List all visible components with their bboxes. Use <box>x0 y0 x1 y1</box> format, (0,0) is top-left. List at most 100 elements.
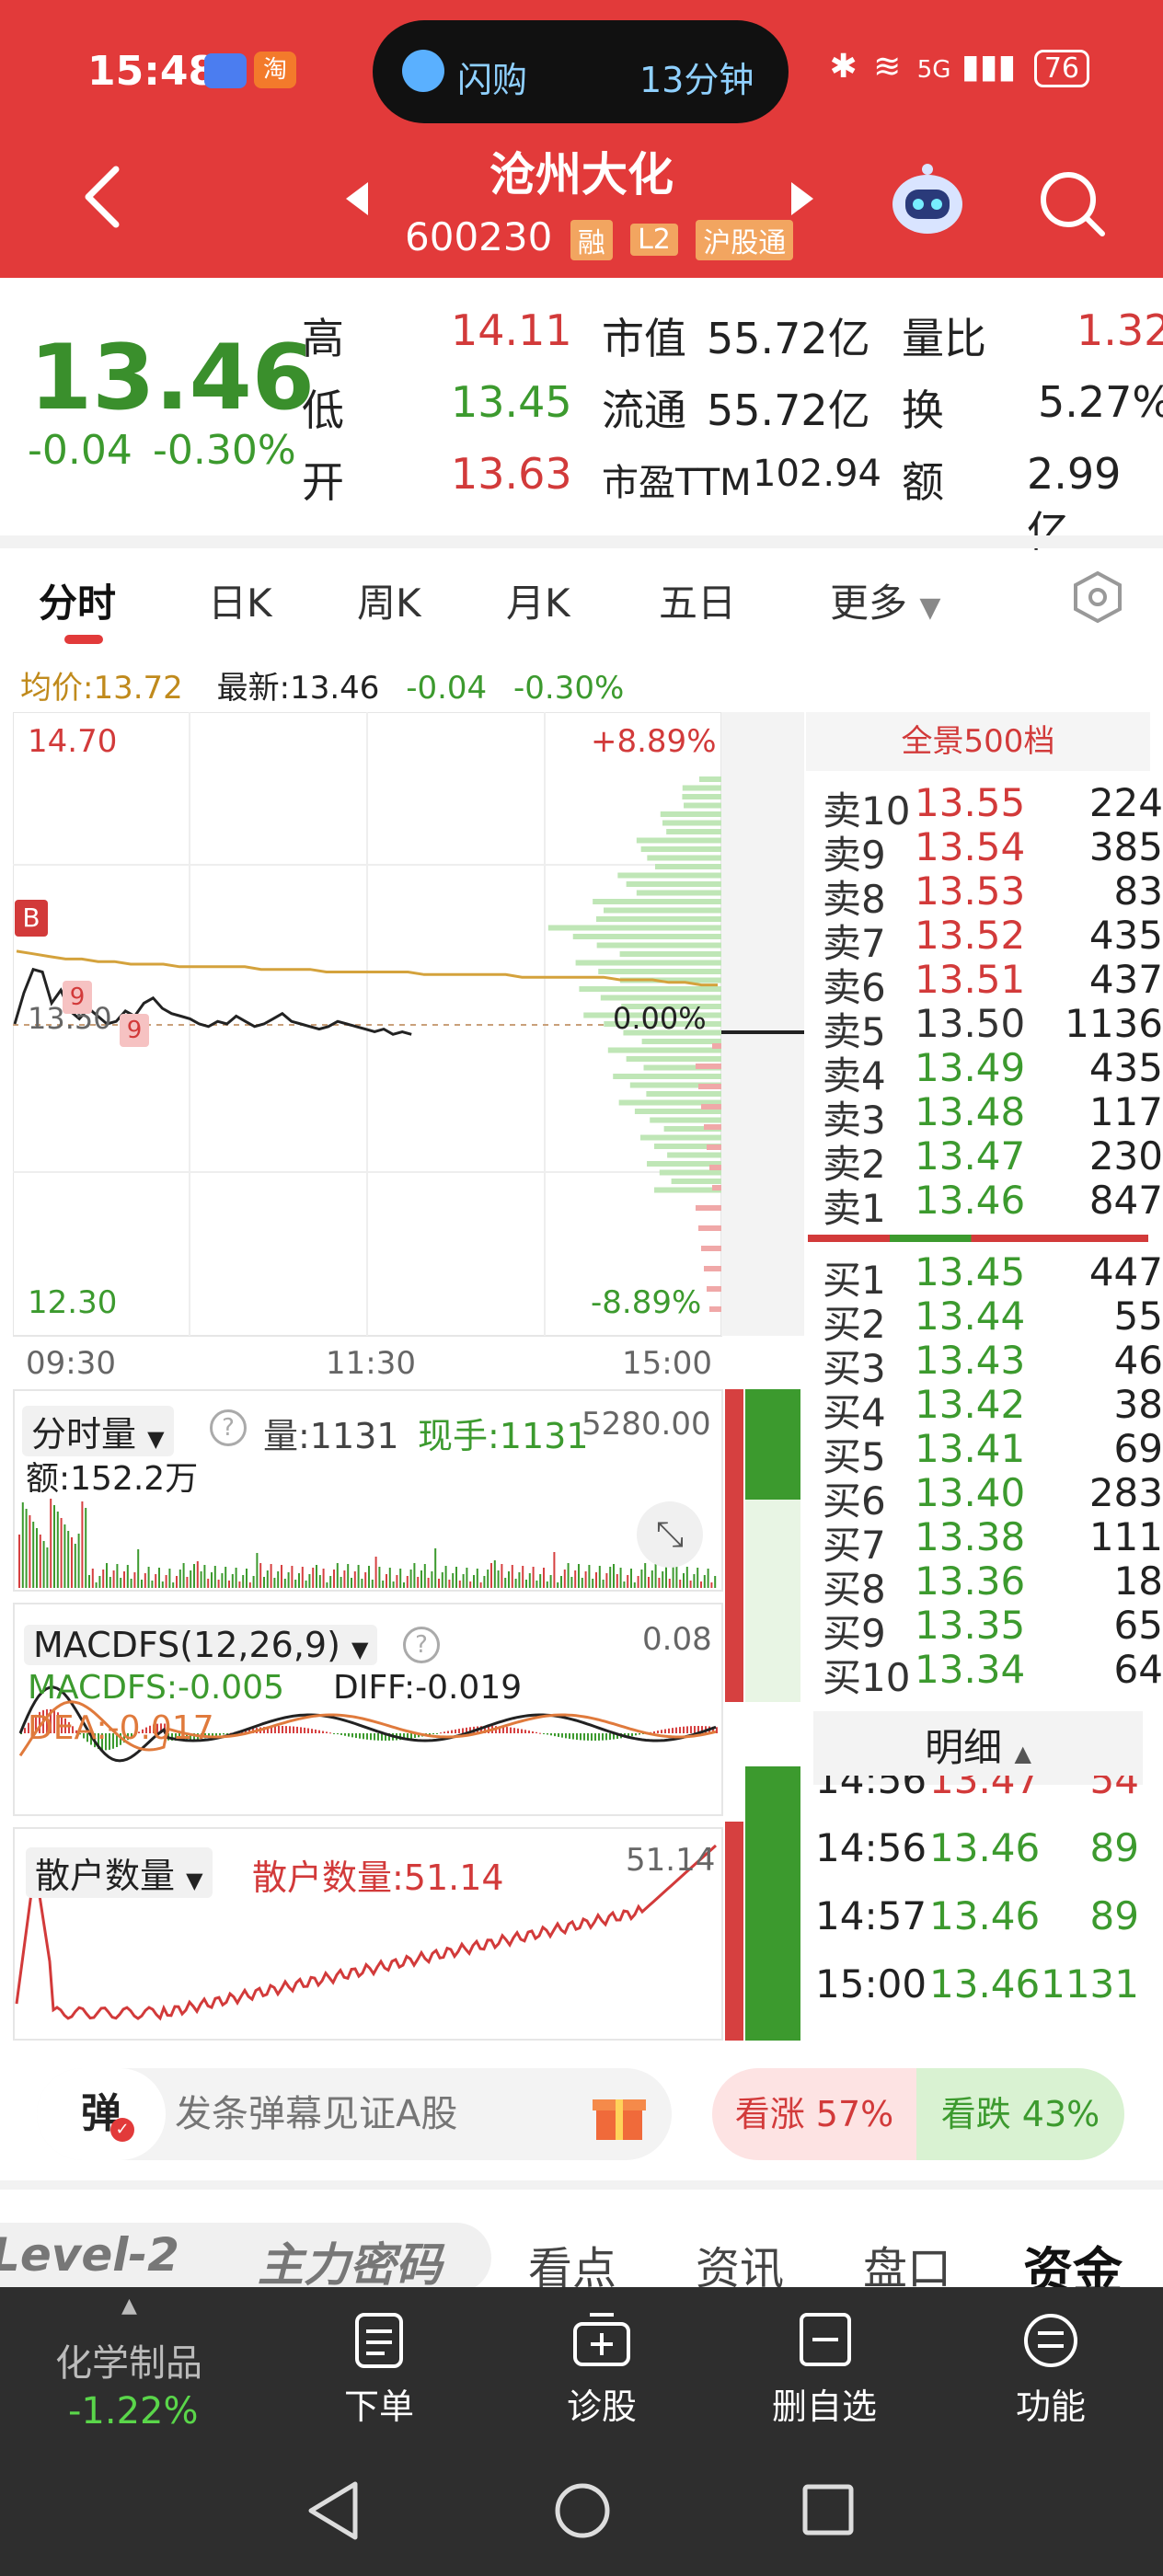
tab-main-force[interactable]: 主力密码 <box>258 2228 442 2287</box>
tab-level2[interactable]: Level-2 <box>0 2228 179 2282</box>
taobao-icon: 淘 <box>254 52 296 88</box>
volume-bar <box>270 1564 272 1588</box>
ask-row[interactable]: 卖6 13.51 437 <box>823 957 1163 1010</box>
retail-panel[interactable]: 散户数量 ▼ 散户数量:51.14 51.14 <box>13 1827 723 2041</box>
volume-bar <box>616 1574 618 1588</box>
dynamic-island[interactable]: 闪购 13分钟 <box>373 20 789 123</box>
volume-bar <box>598 1566 601 1588</box>
nav-order[interactable]: 下单 <box>333 2311 425 2429</box>
volume-indicator-select[interactable]: 分时量 ▼ <box>22 1406 174 1456</box>
bid-row[interactable]: 买8 13.36 18 <box>823 1558 1163 1612</box>
tab-weekly[interactable]: 周K <box>357 572 421 628</box>
bid-row[interactable]: 买5 13.41 69 <box>823 1426 1163 1479</box>
volume-bar <box>588 1565 591 1588</box>
danmaku-toggle[interactable]: 弹 ✓ <box>37 2068 166 2160</box>
ask-row[interactable]: 卖5 13.50 1136 <box>823 1001 1163 1054</box>
ask-row[interactable]: 卖7 13.52 435 <box>823 913 1163 966</box>
sector-expand-icon[interactable]: ▲ <box>121 2294 137 2317</box>
macd-bar <box>282 1726 283 1733</box>
tab-news[interactable]: 资讯 <box>696 2232 784 2287</box>
tab-intraday[interactable]: 分时 <box>39 572 116 628</box>
volume-bar <box>504 1578 507 1588</box>
ask-row[interactable]: 卖9 13.54 385 <box>823 824 1163 878</box>
volume-bar <box>431 1571 433 1588</box>
retail-top: 51.14 <box>626 1842 716 1879</box>
ask-row[interactable]: 卖3 13.48 117 <box>823 1089 1163 1143</box>
bearish-button[interactable]: 看跌 43% <box>916 2068 1124 2160</box>
tab-highlights[interactable]: 看点 <box>528 2232 616 2287</box>
diff-value: DIFF:-0.019 <box>333 1669 523 1707</box>
nav-diagnose[interactable]: 诊股 <box>556 2311 648 2429</box>
macd-bar <box>580 1733 582 1741</box>
volume-bar <box>637 1576 639 1588</box>
tab-daily[interactable]: 日K <box>208 572 272 628</box>
bid-row[interactable]: 买1 13.45 447 <box>823 1249 1163 1303</box>
bid-row[interactable]: 买10 13.34 64 <box>823 1647 1163 1700</box>
macd-indicator-select[interactable]: MACDFS(12,26,9) ▼ <box>24 1625 378 1665</box>
buy-marker[interactable]: B <box>15 900 48 937</box>
volume-bar <box>67 1531 70 1588</box>
bid-row[interactable]: 买3 13.43 46 <box>823 1338 1163 1391</box>
ask-label: 卖1 <box>823 1186 886 1231</box>
tab-more[interactable]: 更多 ▼ <box>830 572 940 628</box>
bid-row[interactable]: 买4 13.42 38 <box>823 1382 1163 1435</box>
retail-value: 散户数量:51.14 <box>252 1857 504 1898</box>
volume-bar <box>679 1580 682 1588</box>
bid-row[interactable]: 买2 13.44 55 <box>823 1294 1163 1347</box>
ask-row[interactable]: 卖10 13.55 224 <box>823 780 1163 834</box>
tab-monthly[interactable]: 月K <box>506 572 570 628</box>
danmaku-input[interactable] <box>175 2087 580 2142</box>
settings-hex-icon[interactable] <box>1071 570 1124 627</box>
bid-row[interactable]: 买6 13.40 283 <box>823 1470 1163 1524</box>
marker-9-b[interactable]: 9 <box>120 1014 149 1047</box>
search-icon[interactable] <box>1038 169 1108 243</box>
tag-margin: 融 <box>570 219 613 260</box>
signal-icon: ▮▮▮ <box>961 48 1017 86</box>
tab-funds[interactable]: 资金 <box>1023 2230 1123 2287</box>
orderbook-title[interactable]: 全景500档 <box>806 712 1150 771</box>
system-home-icon[interactable] <box>552 2480 613 2545</box>
diagnose-icon <box>573 2313 630 2366</box>
expand-icon[interactable]: ⤡ <box>637 1501 703 1568</box>
tag-connect: 沪股通 <box>696 219 794 260</box>
stat-turnover-label: 换 <box>902 385 944 435</box>
volume-bar <box>469 1581 472 1588</box>
ask-row[interactable]: 卖2 13.47 230 <box>823 1133 1163 1187</box>
system-recents-icon[interactable] <box>800 2482 856 2541</box>
volume-bar <box>528 1573 531 1588</box>
bullish-button[interactable]: 看涨 57% <box>712 2068 916 2160</box>
retail-indicator-select[interactable]: 散户数量 ▼ <box>26 1847 213 1898</box>
sector-name[interactable]: 化学制品 <box>55 2333 202 2386</box>
gift-icon[interactable] <box>591 2087 648 2144</box>
volume-bar <box>508 1571 510 1588</box>
tab-order-flow[interactable]: 盘口 <box>863 2232 951 2287</box>
help-icon[interactable]: ? <box>210 1409 247 1446</box>
bid-row[interactable]: 买9 13.35 65 <box>823 1603 1163 1656</box>
quote-summary: 13.46 -0.04 -0.30% 高 14.11 低 13.45 开 13.… <box>0 278 1163 557</box>
x-tick-start: 09:30 <box>26 1345 116 1382</box>
help-icon[interactable]: ? <box>403 1627 440 1663</box>
ask-row[interactable]: 卖1 13.46 847 <box>823 1178 1163 1231</box>
marker-9-a[interactable]: 9 <box>63 981 92 1014</box>
nav-functions-label: 功能 <box>1015 2386 1086 2427</box>
price-chart[interactable]: 14.70 12.30 +8.89% -8.89% 13.50 0.00% B … <box>12 711 804 1338</box>
trade-detail-header[interactable]: 明细 ▲ <box>813 1711 1143 1785</box>
bid-volume: 69 <box>1113 1426 1163 1471</box>
volume-bar <box>602 1580 605 1588</box>
volume-bar <box>361 1579 363 1588</box>
nav-functions[interactable]: 功能 <box>1005 2311 1097 2429</box>
system-back-icon[interactable] <box>305 2480 361 2545</box>
robot-assistant-icon[interactable] <box>889 162 966 239</box>
volume-bar <box>112 1570 115 1588</box>
nav-remove-watchlist[interactable]: 删自选 <box>760 2311 889 2429</box>
ask-row[interactable]: 卖4 13.49 435 <box>823 1045 1163 1098</box>
volume-bar <box>200 1571 202 1588</box>
volume-panel[interactable]: 分时量 ▼ ? 量:1131 现手:1131 5280.00 额:152.2万 … <box>13 1389 723 1592</box>
macd-bar <box>547 1733 548 1735</box>
tab-five-day[interactable]: 五日 <box>659 572 736 628</box>
flash-sale-icon <box>402 50 444 92</box>
ask-row[interactable]: 卖8 13.53 83 <box>823 868 1163 922</box>
macd-bar <box>635 1733 637 1736</box>
bid-row[interactable]: 买7 13.38 111 <box>823 1514 1163 1568</box>
macd-panel[interactable]: MACDFS(12,26,9) ▼ ? 0.08 MACDFS:-0.005 D… <box>13 1603 723 1816</box>
